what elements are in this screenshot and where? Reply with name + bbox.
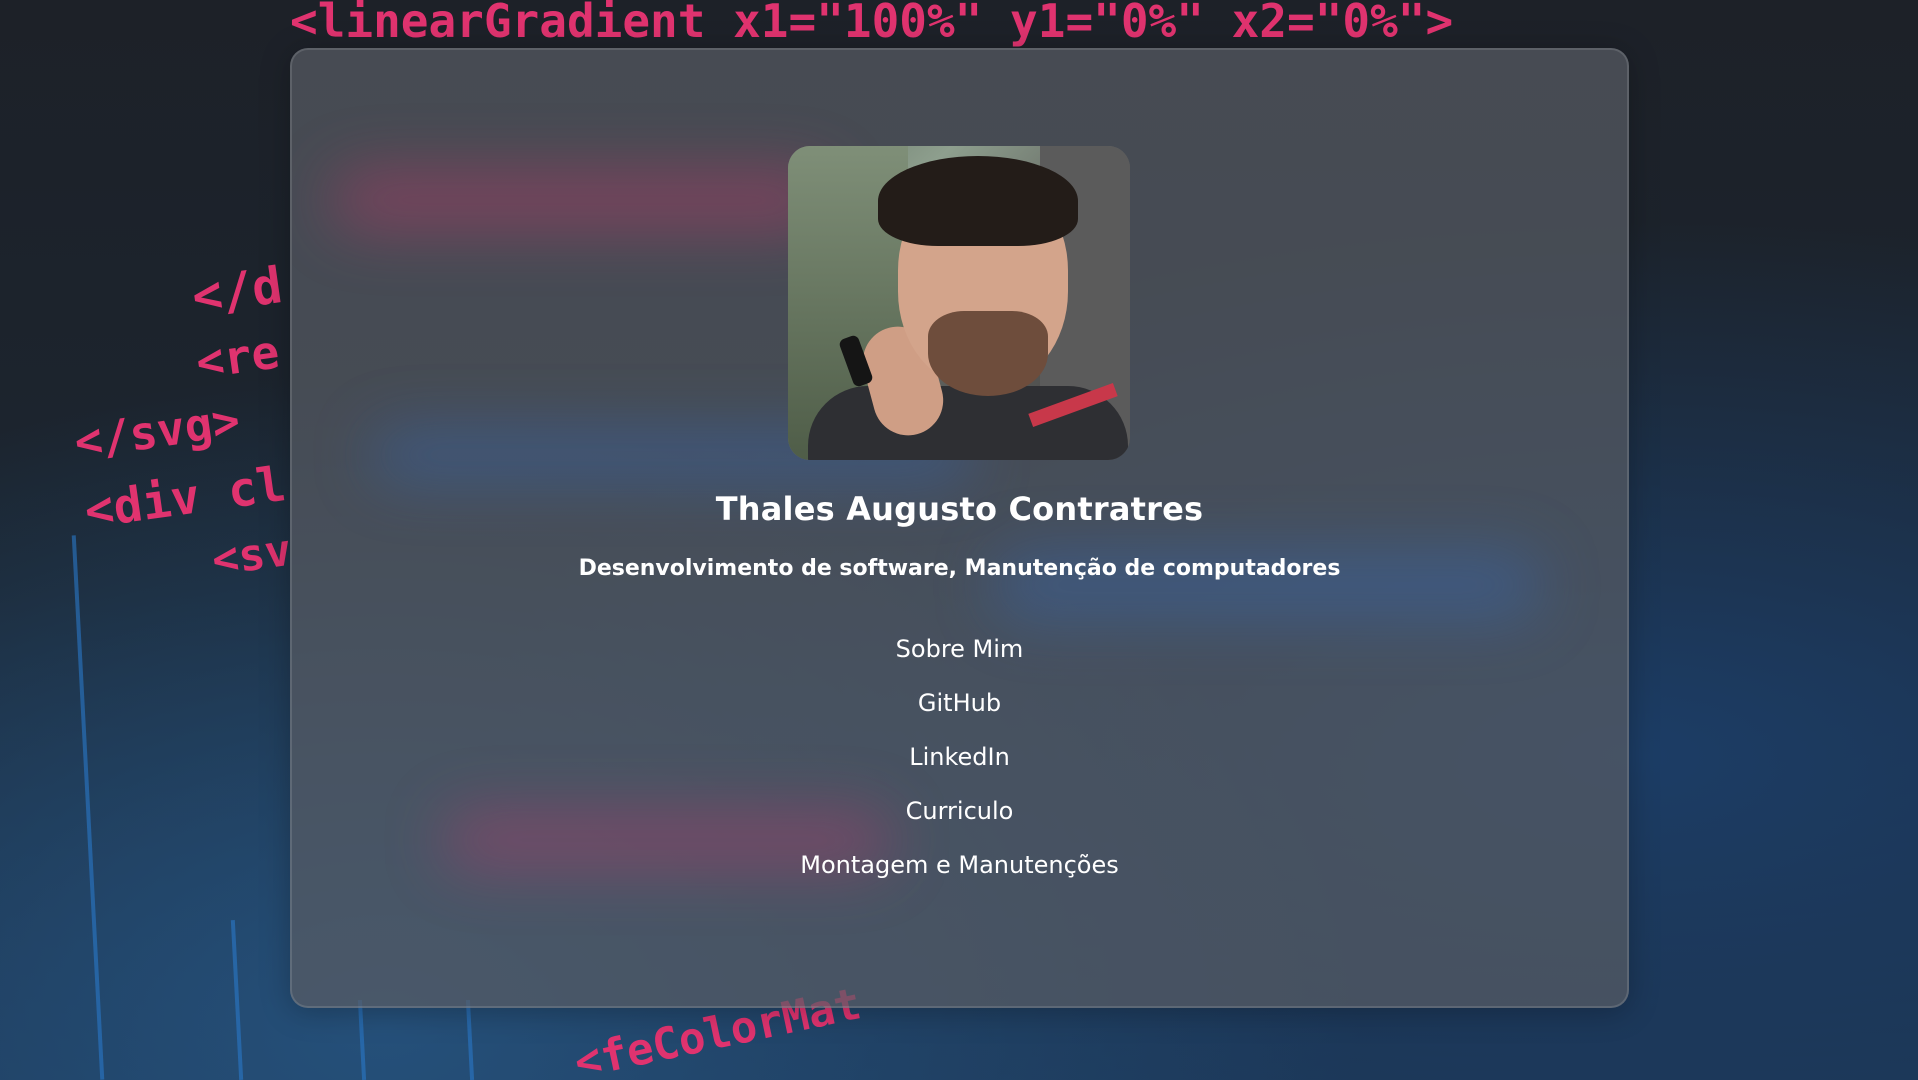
- bg-indent-line-4: [465, 999, 475, 1080]
- profile-subtitle: Desenvolvimento de software, Manutenção …: [578, 556, 1341, 581]
- bg-indent-line-1: [71, 535, 105, 1080]
- bg-code-line-rect: <re: [192, 324, 283, 390]
- link-sobre-mim[interactable]: Sobre Mim: [292, 622, 1627, 676]
- bg-code-line-div: <div cl: [81, 456, 290, 540]
- bg-code-line-top: <linearGradient x1="100%" y1="0%" x2="0%…: [290, 0, 1454, 48]
- profile-name: Thales Augusto Contratres: [715, 490, 1204, 528]
- link-github[interactable]: GitHub: [292, 676, 1627, 730]
- card-blur-accent: [332, 170, 832, 230]
- profile-card: Thales Augusto Contratres Desenvolviment…: [290, 48, 1629, 1008]
- link-list: Sobre Mim GitHub LinkedIn Curriculo Mont…: [292, 622, 1627, 892]
- avatar: [788, 146, 1130, 460]
- avatar-photo-hair: [878, 156, 1078, 246]
- avatar-photo-beard: [928, 311, 1048, 396]
- link-linkedin[interactable]: LinkedIn: [292, 730, 1627, 784]
- bg-code-line-close-div: </d: [188, 255, 286, 327]
- link-montagem-manutencoes[interactable]: Montagem e Manutenções: [292, 838, 1627, 892]
- bg-code-line-svg: <sv: [208, 524, 295, 587]
- bg-code-line-close-svg: </svg>: [71, 392, 244, 470]
- bg-indent-line-3: [357, 999, 367, 1080]
- bg-indent-line-2: [230, 920, 244, 1080]
- link-curriculo[interactable]: Curriculo: [292, 784, 1627, 838]
